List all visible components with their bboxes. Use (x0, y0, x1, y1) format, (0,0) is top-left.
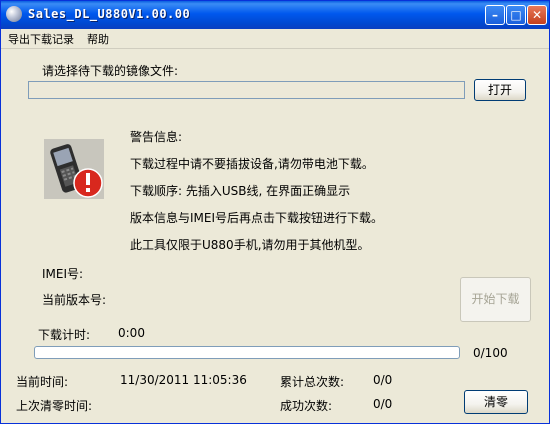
total-count-label: 累计总次数: (280, 375, 345, 389)
title-bar[interactable]: Sales_DL_U880V1.00.00 – □ ✕ (1, 1, 549, 29)
main-window: Sales_DL_U880V1.00.00 – □ ✕ 导出下载记录 帮助 请选… (0, 0, 550, 424)
version-label: 当前版本号: (42, 293, 107, 307)
timer-label: 下载计时: (38, 328, 91, 342)
total-count-value: 0/0 (373, 373, 393, 387)
download-progress-bar (34, 346, 460, 359)
minimize-button[interactable]: – (485, 5, 505, 25)
last-reset-label: 上次清零时间: (16, 399, 93, 413)
timer-value: 0:00 (118, 326, 145, 340)
minimize-icon: – (492, 8, 498, 22)
window-title: Sales_DL_U880V1.00.00 (28, 7, 191, 21)
menu-export-log[interactable]: 导出下载记录 (8, 31, 74, 47)
success-count-value: 0/0 (373, 397, 393, 411)
warning-line-2: 下载顺序: 先插入USB线, 在界面正确显示 (130, 184, 351, 198)
menu-help[interactable]: 帮助 (87, 31, 109, 47)
maximize-button[interactable]: □ (506, 5, 526, 25)
phone-warning-icon (44, 139, 104, 199)
start-download-button[interactable]: 开始下载 (460, 277, 531, 322)
file-path-field[interactable] (28, 81, 465, 99)
warning-line-4: 此工具仅限于U880手机,请勿用于其他机型。 (130, 238, 370, 252)
app-icon[interactable] (6, 6, 22, 22)
maximize-icon: □ (510, 8, 522, 22)
current-time-value: 11/30/2011 11:05:36 (120, 373, 247, 387)
progress-count: 0/100 (473, 346, 508, 360)
success-count-label: 成功次数: (280, 399, 333, 413)
file-prompt-label: 请选择待下载的镜像文件: (42, 64, 179, 78)
imei-label: IMEI号: (42, 267, 84, 281)
close-button[interactable]: ✕ (527, 5, 547, 25)
current-time-label: 当前时间: (16, 375, 69, 389)
menu-bar: 导出下载记录 帮助 (1, 29, 549, 49)
warning-heading: 警告信息: (130, 130, 183, 144)
close-icon: ✕ (531, 8, 543, 22)
warning-line-3: 版本信息与IMEI号后再点击下载按钮进行下载。 (130, 211, 384, 225)
warning-line-1: 下载过程中请不要插拔设备,请勿带电池下载。 (130, 157, 374, 171)
reset-button[interactable]: 清零 (464, 390, 528, 414)
open-button[interactable]: 打开 (474, 79, 526, 101)
